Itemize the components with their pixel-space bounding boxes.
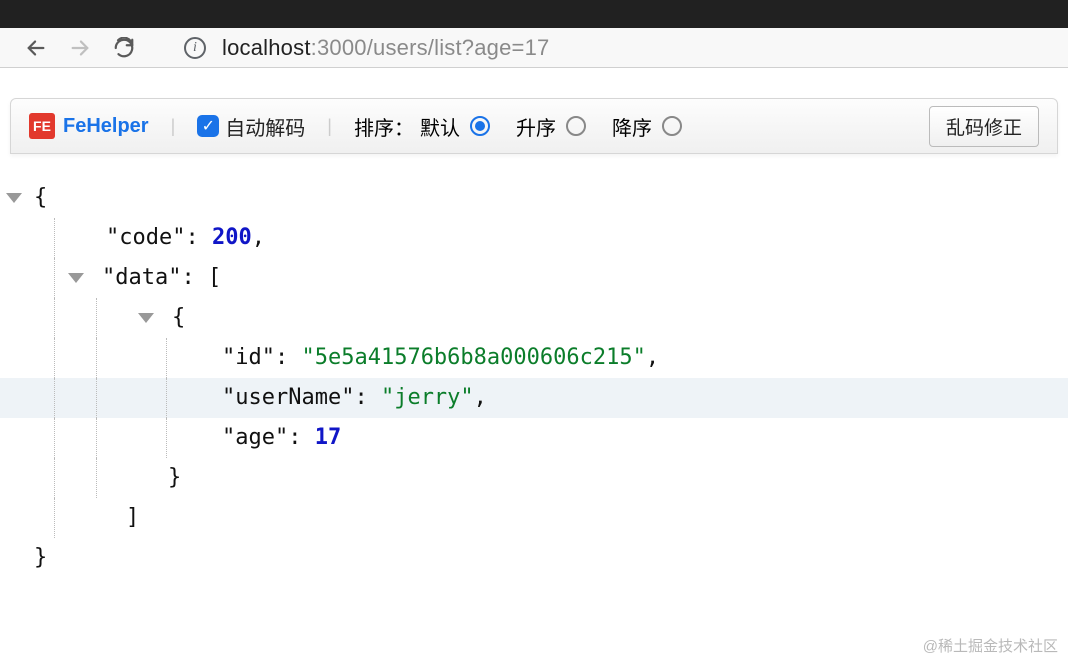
watermark: @稀土掘金技术社区 xyxy=(923,635,1058,656)
site-info-icon[interactable]: i xyxy=(184,37,206,59)
sort-label: 排序： xyxy=(354,112,414,141)
fehelper-toolbar: FE FeHelper | ✓ 自动解码 | 排序： 默认 升序 降序 乱码修正 xyxy=(10,98,1058,154)
collapse-toggle-icon[interactable] xyxy=(68,273,84,283)
collapse-toggle-icon[interactable] xyxy=(138,313,154,323)
url-text: localhost:3000/users/list?age=17 xyxy=(222,35,549,61)
json-line[interactable]: { xyxy=(0,298,1068,338)
fix-encoding-button[interactable]: 乱码修正 xyxy=(929,106,1039,147)
separator: | xyxy=(327,116,332,137)
auto-decode-label[interactable]: 自动解码 xyxy=(225,112,305,141)
sort-default-radio[interactable] xyxy=(470,116,490,136)
separator: | xyxy=(171,116,176,137)
sort-desc-label[interactable]: 降序 xyxy=(612,112,652,141)
sort-asc-label[interactable]: 升序 xyxy=(516,112,556,141)
sort-desc-radio[interactable] xyxy=(662,116,682,136)
fehelper-name: FeHelper xyxy=(63,115,149,138)
sort-default-label[interactable]: 默认 xyxy=(420,112,460,141)
json-line[interactable]: { xyxy=(0,178,1068,218)
json-line[interactable]: } xyxy=(0,458,1068,498)
forward-button[interactable] xyxy=(58,28,102,68)
json-line[interactable]: "id": "5e5a41576b6b8a000606c215", xyxy=(0,338,1068,378)
json-line[interactable]: "data": [ xyxy=(0,258,1068,298)
reload-button[interactable] xyxy=(102,28,146,68)
json-line[interactable]: } xyxy=(0,538,1068,578)
back-button[interactable] xyxy=(14,28,58,68)
json-line[interactable]: "age": 17 xyxy=(0,418,1068,458)
json-line[interactable]: ] xyxy=(0,498,1068,538)
fehelper-logo: FE xyxy=(29,113,55,139)
sort-asc-radio[interactable] xyxy=(566,116,586,136)
collapse-toggle-icon[interactable] xyxy=(6,193,22,203)
json-line-highlighted[interactable]: "userName": "jerry", xyxy=(0,378,1068,418)
auto-decode-checkbox[interactable]: ✓ xyxy=(197,115,219,137)
address-bar[interactable]: i localhost:3000/users/list?age=17 xyxy=(170,28,1054,68)
json-line[interactable]: "code": 200, xyxy=(0,218,1068,258)
sort-group: 排序： 默认 升序 降序 xyxy=(354,112,686,141)
browser-toolbar: i localhost:3000/users/list?age=17 xyxy=(0,0,1068,68)
json-viewer: { "code": 200, "data": [ { "id": "5e5a41… xyxy=(0,154,1068,578)
